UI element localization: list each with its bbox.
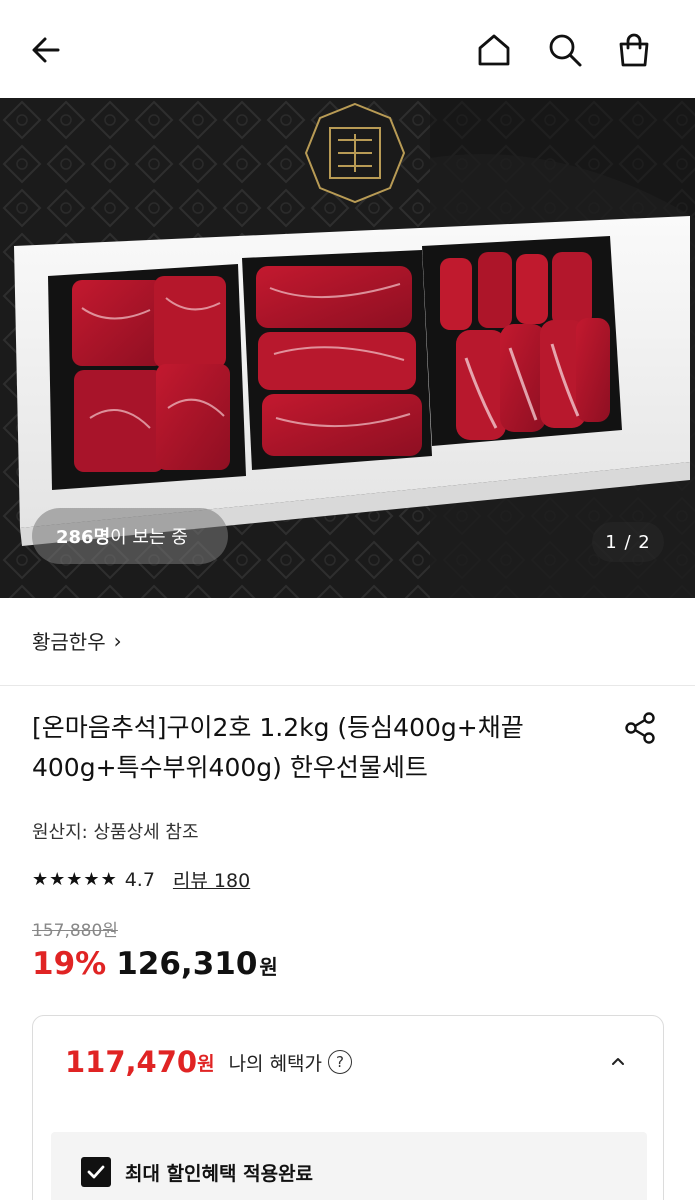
share-icon: [625, 712, 655, 744]
review-link[interactable]: 리뷰 180: [173, 866, 250, 893]
meat-tray-right: [422, 236, 622, 446]
product-title: [온마음추석]구이2호 1.2kg (등심400g+채끝400g+특수부위400…: [32, 713, 524, 782]
rating-row: ★ ★ ★ ★ ★ 4.7 리뷰 180: [32, 866, 250, 893]
price-unit: 원: [259, 955, 278, 979]
benefit-price-unit: 원: [197, 1052, 215, 1075]
max-discount-toggle[interactable]: 최대 할인혜택 적용완료: [81, 1157, 313, 1187]
rating-score: 4.7: [124, 868, 155, 891]
meat-tray-center: [242, 250, 432, 470]
chevron-right-icon: ›: [113, 628, 122, 653]
meat-tray-left: [48, 264, 246, 490]
star-icon: ★: [32, 868, 49, 890]
product-image-carousel[interactable]: 286명 이 보는 중 1 / 2: [0, 98, 695, 598]
check-icon: [87, 1165, 105, 1179]
viewers-badge: 286명 이 보는 중: [32, 508, 228, 564]
origin-info: 원산지: 상품상세 참조: [32, 822, 199, 843]
benefit-header[interactable]: 117,470 원 나의 혜택가 ?: [33, 1016, 663, 1108]
arrow-left-icon: [32, 37, 60, 63]
back-button[interactable]: [22, 26, 70, 74]
collapse-button[interactable]: [603, 1046, 633, 1076]
checkbox-checked[interactable]: [81, 1157, 111, 1187]
shopping-bag-button[interactable]: [610, 26, 658, 74]
applied-discount-label: 최대 할인혜택 적용완료: [125, 1162, 314, 1185]
discount-rate: 19%: [32, 946, 107, 982]
search-icon: [549, 34, 582, 67]
shopping-bag-icon: [619, 33, 649, 67]
viewers-count: 286명: [56, 527, 111, 548]
home-button[interactable]: [470, 26, 518, 74]
star-icon: ★: [66, 868, 83, 890]
applied-discount-box: 최대 할인혜택 적용완료: [51, 1132, 647, 1200]
brand-section: 황금한우 ›: [0, 598, 695, 686]
star-half-icon: ★: [100, 868, 117, 890]
brand-name: 황금한우: [32, 630, 106, 654]
brand-emblem: [304, 102, 406, 204]
chevron-up-icon: [612, 1058, 624, 1065]
star-rating: ★ ★ ★ ★ ★: [32, 868, 117, 890]
share-button[interactable]: [618, 706, 662, 750]
search-button[interactable]: [541, 26, 589, 74]
top-app-bar: [0, 0, 695, 98]
benefit-panel: 117,470 원 나의 혜택가 ? 최대 할인혜택 적용완료: [32, 1015, 664, 1200]
star-icon: ★: [49, 868, 66, 890]
viewers-suffix: 이 보는 중: [110, 527, 188, 548]
image-pager: 1 / 2: [592, 522, 664, 562]
sale-price: 126,310: [116, 946, 258, 982]
home-icon: [478, 34, 510, 66]
benefit-label: 나의 혜택가: [228, 1052, 323, 1075]
star-icon: ★: [83, 868, 100, 890]
benefit-price: 117,470: [65, 1045, 198, 1079]
price-row: 19% 126,310 원: [32, 946, 278, 982]
original-price: 157,880원: [32, 921, 118, 941]
help-icon[interactable]: ?: [328, 1050, 353, 1074]
brand-link[interactable]: 황금한우 ›: [32, 626, 122, 655]
